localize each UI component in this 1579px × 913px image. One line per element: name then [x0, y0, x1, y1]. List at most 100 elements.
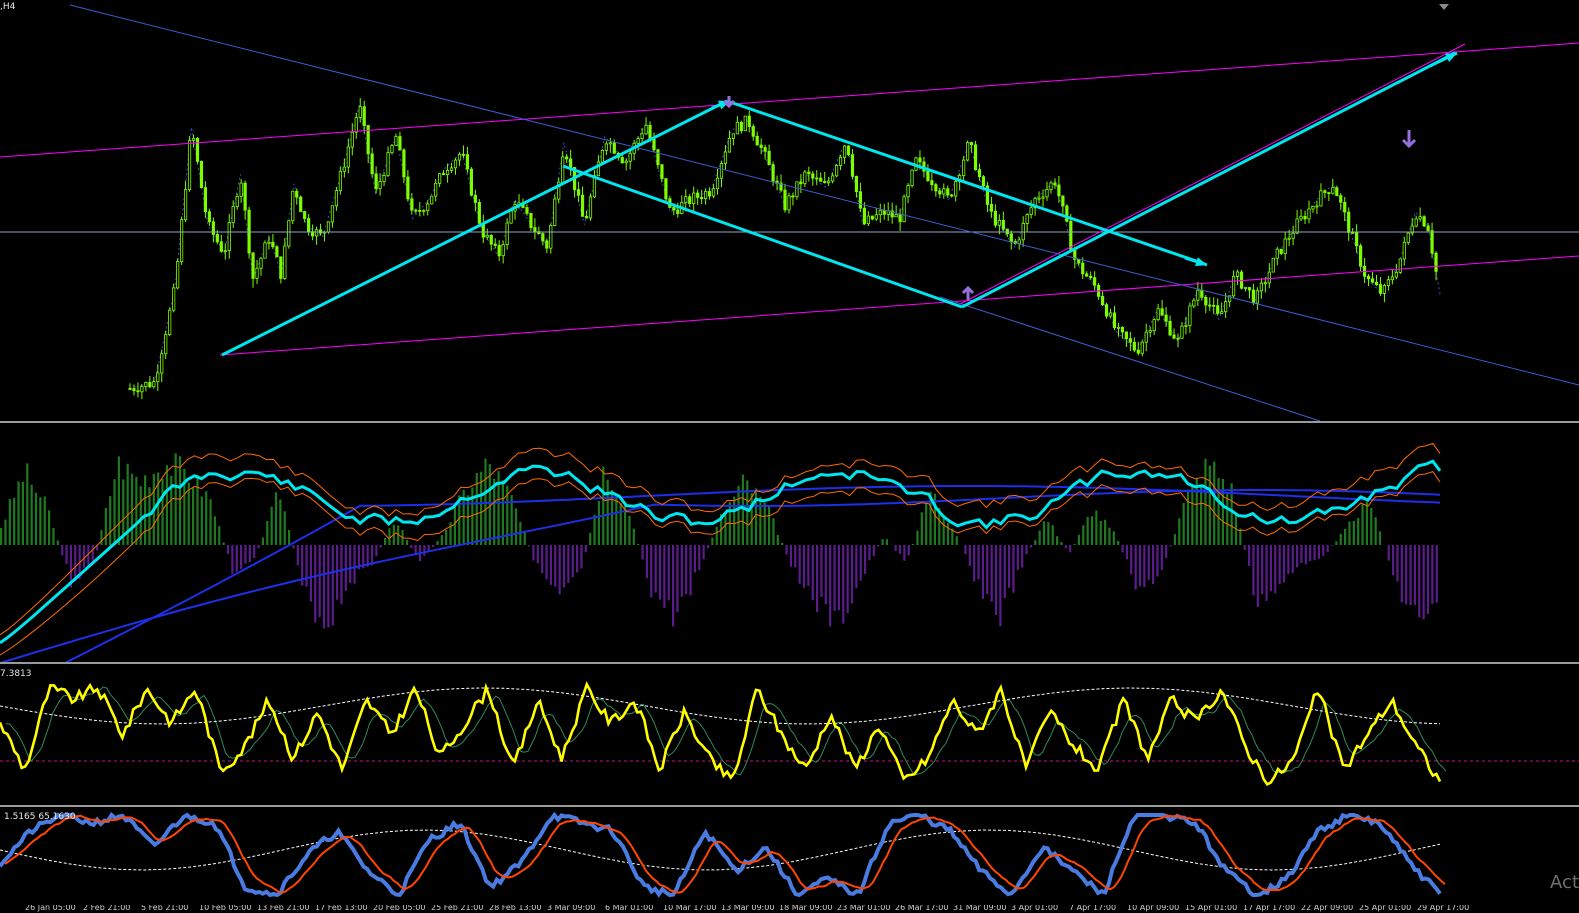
histogram-bar [257, 545, 260, 549]
candle-body [1390, 276, 1394, 281]
candle-body [1005, 228, 1009, 235]
histogram-bar [1431, 545, 1434, 604]
candle-body [358, 106, 362, 118]
candle-body [898, 214, 902, 223]
candle-body [704, 191, 708, 200]
histogram-bar [955, 536, 958, 545]
histogram-bar [1300, 545, 1303, 563]
candle-body [795, 181, 799, 198]
histogram-bar [1426, 545, 1430, 614]
candle-body [1430, 230, 1434, 254]
candle-body [1311, 206, 1315, 210]
histogram-bar [946, 522, 950, 545]
histogram-bar [706, 545, 710, 548]
candle-body [1172, 334, 1176, 339]
candle-body [1315, 205, 1319, 208]
candle-body [318, 229, 323, 234]
candle-body [1402, 241, 1406, 260]
histogram-bar [322, 545, 326, 629]
candle-body [1116, 326, 1121, 329]
candle-body [1132, 341, 1136, 351]
candle-body [1104, 304, 1109, 317]
histogram-bar [846, 545, 849, 614]
histogram-bar [453, 507, 457, 545]
candle-body [354, 117, 358, 133]
histogram-bar [340, 545, 343, 605]
candle-body [731, 133, 735, 139]
candle-body [692, 192, 696, 205]
candle-body [1196, 289, 1200, 301]
histogram-bar [314, 545, 317, 623]
histogram-bar [196, 474, 199, 545]
candle-body [620, 157, 624, 164]
histogram-bar [711, 537, 714, 545]
price-chart-svg [0, 4, 1579, 421]
candle-body [1029, 207, 1033, 215]
candle-body [858, 191, 863, 209]
candle-body [525, 207, 529, 214]
candle-body [533, 227, 537, 233]
candle-body [1140, 341, 1144, 354]
histogram-bar [593, 514, 596, 545]
candle-body [1267, 271, 1271, 284]
stochastic-header-value: 7.3813 [0, 669, 32, 679]
histogram-bar [1182, 503, 1185, 545]
histogram-bar [1016, 545, 1019, 570]
candle-body [1045, 188, 1049, 198]
candle-body [846, 145, 851, 156]
histogram-bar [305, 545, 308, 587]
histogram-bar [1418, 545, 1421, 618]
candle-body [430, 195, 434, 205]
histogram-bar [872, 545, 875, 556]
candle-body [235, 196, 239, 207]
histogram-bar [200, 496, 203, 545]
histogram-bar [1152, 545, 1155, 585]
histogram-bar [589, 532, 592, 545]
time-axis-tick: 10 Mar 17:00 [663, 905, 717, 912]
time-axis-tick: 20 Feb 05:00 [373, 905, 426, 912]
histogram-bar [925, 502, 928, 545]
rsi-lower-main-line [0, 811, 1442, 898]
histogram-bar [1221, 479, 1225, 545]
candle-body [866, 215, 870, 225]
candle-body [815, 177, 819, 180]
histogram-bar [881, 539, 884, 545]
histogram-bar [597, 501, 601, 545]
time-axis-tick: 17 Feb 13:00 [315, 905, 368, 912]
histogram-bar [1304, 545, 1307, 565]
candle-body [183, 189, 188, 221]
candle-body [1295, 218, 1299, 234]
candle-body [128, 388, 132, 390]
histogram-bar [968, 545, 971, 566]
candle-body [1093, 277, 1097, 286]
candle-body [1144, 331, 1148, 343]
candle-body [453, 159, 458, 169]
candle-body [1366, 275, 1371, 280]
candle-body [950, 194, 954, 197]
candle-body [1156, 308, 1160, 321]
histogram-bar [798, 545, 801, 584]
stochastic-chart-svg [0, 681, 1579, 786]
histogram-bar [650, 545, 653, 598]
candle-body [203, 187, 208, 213]
candle-body [1009, 233, 1013, 242]
histogram-bar [1147, 545, 1150, 580]
stochastic-panel[interactable]: 7.3813 [0, 664, 1579, 805]
candle-body [624, 160, 628, 164]
histogram-bar [1003, 545, 1006, 599]
histogram-bar [235, 545, 238, 572]
oscillator-panel[interactable] [0, 423, 1579, 662]
histogram-bar [423, 545, 426, 556]
histogram-bar [349, 545, 352, 584]
rsi-panel[interactable]: 1.5165 65.1630 [0, 807, 1579, 905]
candle-body [541, 233, 545, 242]
histogram-bar [1095, 510, 1098, 545]
histogram-bar [336, 545, 339, 600]
histogram-bar [1248, 545, 1251, 566]
histogram-bar [1034, 540, 1037, 545]
candle-body [608, 142, 612, 145]
price-panel[interactable]: ,H4 [0, 0, 1579, 421]
histogram-bar [667, 545, 670, 601]
candle-body [152, 381, 156, 388]
histogram-bar [1213, 461, 1216, 545]
